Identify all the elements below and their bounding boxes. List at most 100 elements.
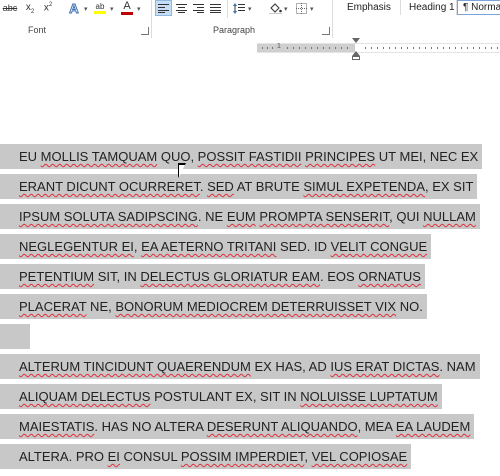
font-color-button[interactable]: A bbox=[120, 0, 134, 16]
divider bbox=[227, 0, 228, 18]
misspelled-word: DELECTUS GLORIATUR EAM bbox=[140, 269, 320, 284]
misspelled-word: MOLLIS TAMQUAM bbox=[40, 149, 158, 164]
text-run: EU bbox=[19, 149, 41, 164]
misspelled-word: POSSIM IMPERDIET bbox=[180, 449, 305, 464]
line-spacing-button[interactable] bbox=[232, 0, 246, 16]
misspelled-word: VEL COPIOSAE bbox=[311, 449, 408, 464]
document-page[interactable]: EU MOLLIS TAMQUAM QUO, POSSIT FASTIDII P… bbox=[0, 60, 500, 476]
highlight-dropdown-icon[interactable]: ▾ bbox=[110, 5, 114, 13]
text-line[interactable]: EU MOLLIS TAMQUAM QUO, POSSIT FASTIDII P… bbox=[0, 144, 483, 169]
text-line[interactable]: NEGLEGENTUR EI, EA AETERNO TRITANI SED. … bbox=[0, 234, 432, 259]
align-right-button[interactable] bbox=[191, 0, 206, 16]
misspelled-word: PLACERAT bbox=[19, 299, 87, 314]
text-run: , MEA bbox=[357, 419, 396, 434]
text-run: NE, bbox=[86, 299, 116, 314]
align-left-icon bbox=[158, 3, 169, 13]
align-left-button[interactable] bbox=[155, 0, 172, 16]
selection-highlight: PLACERAT NE, BONORUM MEDIOCREM DETERRUIS… bbox=[0, 294, 427, 319]
text-line[interactable]: MAIESTATIS. HAS NO ALTERA DESERUNT ALIQU… bbox=[0, 414, 475, 439]
text-line[interactable]: ALTERUM TINCIDUNT QUAERENDUM EX HAS, AD … bbox=[0, 354, 480, 379]
misspelled-word: SIMUL EXPETENDA bbox=[303, 179, 425, 194]
borders-dropdown-icon[interactable]: ▾ bbox=[310, 5, 314, 13]
horizontal-ruler[interactable]: 1 bbox=[0, 38, 500, 60]
shading-button[interactable] bbox=[268, 0, 282, 16]
selection-highlight: NEGLEGENTUR EI, EA AETERNO TRITANI SED. … bbox=[0, 234, 432, 259]
misspelled-word: PETENTIUM bbox=[19, 269, 95, 284]
superscript-button[interactable]: x2 bbox=[40, 0, 56, 16]
misspelled-word: POSSIT FASTIDII bbox=[197, 149, 302, 164]
line-spacing-icon bbox=[233, 2, 245, 14]
text-run: CONSUL bbox=[119, 449, 181, 464]
selection-highlight: ERANT DICUNT OCURRERET. SED AT BRUTE SIM… bbox=[0, 174, 478, 199]
text-line[interactable]: ERANT DICUNT OCURRERET. SED AT BRUTE SIM… bbox=[0, 174, 478, 199]
misspelled-word: ALIQUAM DELECTUS bbox=[19, 389, 151, 404]
text-run: EX HAS, AD bbox=[250, 359, 331, 374]
text-run: . bbox=[199, 179, 208, 194]
font-group-label: Font bbox=[28, 25, 47, 35]
text-line[interactable]: IPSUM SOLUTA SADIPSCING. NE EUM PROMPTA … bbox=[0, 204, 480, 229]
misspelled-word: EA LAUDEM bbox=[395, 419, 471, 434]
align-center-button[interactable] bbox=[174, 0, 189, 16]
text-line[interactable]: PETENTIUM SIT, IN DELECTUS GLORIATUR EAM… bbox=[0, 264, 425, 289]
style-emphasis[interactable]: Emphasis bbox=[339, 0, 401, 15]
misspelled-word: PRINCIPES bbox=[305, 149, 376, 164]
group-divider bbox=[332, 0, 333, 38]
text-run: POSTULANT EX, SIT IN bbox=[150, 389, 301, 404]
highlighter-icon: ab bbox=[95, 2, 105, 11]
text-run: . NE bbox=[197, 209, 227, 224]
borders-button[interactable] bbox=[294, 0, 308, 16]
text-line[interactable]: ALIQUAM DELECTUS POSTULANT EX, SIT IN NO… bbox=[0, 384, 442, 409]
borders-icon bbox=[295, 2, 307, 14]
text-effects-dropdown-icon[interactable]: ▾ bbox=[84, 5, 88, 13]
paragraph-group-label: Paragraph bbox=[213, 25, 256, 35]
text-run: . EOS bbox=[319, 269, 359, 284]
group-divider bbox=[151, 0, 152, 38]
font-color-dropdown-icon[interactable]: ▾ bbox=[137, 5, 141, 13]
selection-highlight: MAIESTATIS. HAS NO ALTERA DESERUNT ALIQU… bbox=[0, 414, 475, 439]
text-run: , QUI bbox=[389, 209, 424, 224]
ruler-track: 1 bbox=[257, 43, 500, 53]
misspelled-word: VELIT CONGUE bbox=[330, 239, 428, 254]
text-run: . NAM bbox=[439, 359, 476, 374]
justify-button[interactable] bbox=[208, 0, 223, 16]
highlight-color-swatch bbox=[94, 11, 106, 14]
misspelled-word: IPSUM SOLUTA SADIPSCING bbox=[19, 209, 198, 224]
misspelled-word: NEGLEGENTUR EI bbox=[19, 239, 134, 254]
paragraph-dialog-launcher-icon[interactable] bbox=[322, 27, 330, 35]
font-dialog-launcher-icon[interactable] bbox=[141, 27, 149, 35]
empty-paragraph-line[interactable] bbox=[0, 324, 30, 349]
text-effects-icon: A bbox=[69, 0, 79, 16]
selection-highlight: IPSUM SOLUTA SADIPSCING. NE EUM PROMPTA … bbox=[0, 204, 480, 229]
misspelled-word: MAIESTATIS bbox=[19, 419, 95, 434]
text-run: QUO, bbox=[157, 149, 198, 164]
misspelled-word: ALTERUM TINCIDUNT QUAERENDUM bbox=[19, 359, 251, 374]
misspelled-word: EI bbox=[107, 449, 120, 464]
text-effects-button[interactable]: A bbox=[66, 0, 82, 16]
subscript-button[interactable]: x2 bbox=[22, 0, 38, 16]
misspelled-word: PROMPTA SENSERIT bbox=[259, 209, 390, 224]
selection-highlight: ALTERA. PRO EI CONSUL POSSIM IMPERDIET, … bbox=[0, 444, 412, 469]
ribbon: abc x2 x2 A ▾ ab ▾ A ▾ Font ▾ ▾ ▾ Paragr… bbox=[0, 0, 500, 39]
strikethrough-button[interactable]: abc bbox=[2, 0, 18, 16]
selection-highlight: ALTERUM TINCIDUNT QUAERENDUM EX HAS, AD … bbox=[0, 354, 480, 379]
style-heading-1[interactable]: Heading 1 bbox=[401, 0, 457, 15]
line-spacing-dropdown-icon[interactable]: ▾ bbox=[248, 5, 252, 13]
text-run: SIT, IN bbox=[94, 269, 141, 284]
misspelled-word: IUS ERAT DICTAS bbox=[330, 359, 440, 374]
selection-highlight: ALIQUAM DELECTUS POSTULANT EX, SIT IN NO… bbox=[0, 384, 442, 409]
shading-dropdown-icon[interactable]: ▾ bbox=[284, 5, 288, 13]
first-line-indent-marker[interactable] bbox=[352, 38, 360, 43]
ruler-number: 1 bbox=[277, 43, 281, 50]
align-center-icon bbox=[176, 3, 187, 13]
selection-highlight: PETENTIUM SIT, IN DELECTUS GLORIATUR EAM… bbox=[0, 264, 425, 289]
style-normal[interactable]: ¶ Normal bbox=[457, 0, 500, 15]
text-line[interactable]: ALTERA. PRO EI CONSUL POSSIM IMPERDIET, … bbox=[0, 444, 412, 469]
misspelled-word: ORNATUS bbox=[358, 269, 421, 284]
align-right-icon bbox=[193, 3, 204, 13]
misspelled-word: SED bbox=[207, 179, 234, 194]
text-run: UT MEI, NEC EX bbox=[375, 149, 479, 164]
text-run: , bbox=[133, 239, 142, 254]
text-highlight-button[interactable]: ab bbox=[92, 0, 108, 16]
text-line[interactable]: PLACERAT NE, BONORUM MEDIOCREM DETERRUIS… bbox=[0, 294, 427, 319]
misspelled-word: EA AETERNO TRITANI bbox=[141, 239, 277, 254]
